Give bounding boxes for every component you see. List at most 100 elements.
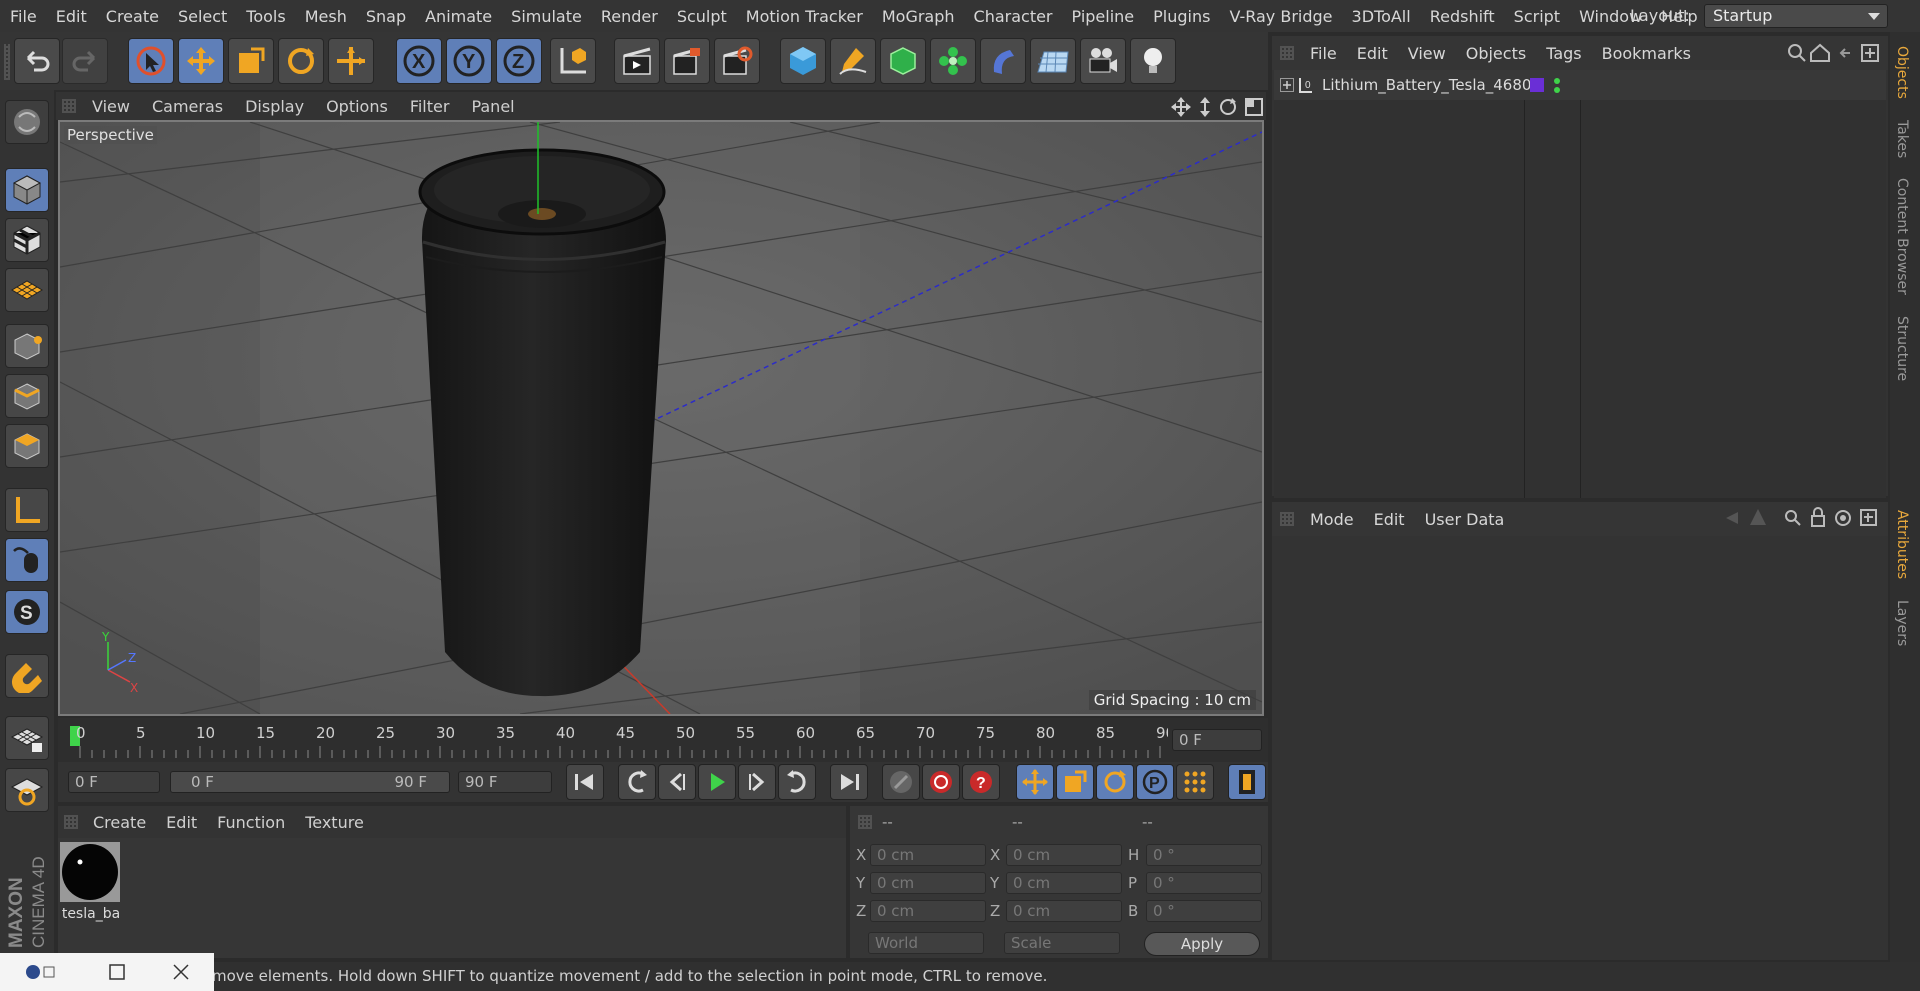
edges-mode-button[interactable]	[5, 374, 49, 418]
attributes-menu-user-data[interactable]: User Data	[1425, 510, 1505, 529]
menu-simulate[interactable]: Simulate	[511, 7, 582, 26]
battery-cylinder-model[interactable]	[418, 148, 666, 697]
menu-pipeline[interactable]: Pipeline	[1072, 7, 1135, 26]
coord-pos-y-field[interactable]: 0 cm	[870, 872, 986, 894]
frame-range-slider[interactable]: 0 F 90 F	[170, 771, 450, 793]
viewport-menu-display[interactable]: Display	[245, 97, 304, 116]
viewport-menu-panel[interactable]: Panel	[471, 97, 514, 116]
key-parameter-button[interactable]: P	[1136, 764, 1174, 800]
coord-size-x-field[interactable]: 0 cm	[1006, 844, 1122, 866]
x-axis-lock-button[interactable]: X	[396, 38, 442, 84]
tab-objects[interactable]: Objects	[1894, 46, 1910, 99]
key-position-button[interactable]	[1016, 764, 1054, 800]
record-keys-button[interactable]	[882, 764, 920, 800]
home-icon[interactable]	[1810, 43, 1830, 62]
object-menu-file[interactable]: File	[1310, 44, 1337, 63]
menu-animate[interactable]: Animate	[425, 7, 492, 26]
restore-window-icon[interactable]	[24, 963, 60, 981]
viewport-menu-view[interactable]: View	[92, 97, 130, 116]
back-icon[interactable]	[1839, 48, 1850, 58]
make-editable-button[interactable]	[5, 100, 49, 144]
menu-create[interactable]: Create	[106, 7, 159, 26]
next-frame-button[interactable]	[738, 764, 776, 800]
pen-spline-button[interactable]	[830, 38, 876, 84]
viewport-orbit-icon[interactable]	[1220, 98, 1236, 115]
toolbar-grip[interactable]	[4, 44, 10, 80]
visibility-dots-icon[interactable]	[1552, 76, 1562, 96]
material-menu-create[interactable]: Create	[93, 813, 146, 832]
coord-rot-h-field[interactable]: 0 °	[1146, 844, 1262, 866]
points-mode-button[interactable]	[5, 324, 49, 368]
light-button[interactable]	[1130, 38, 1176, 84]
texture-mode-button[interactable]	[5, 218, 49, 262]
nav-up-icon[interactable]	[1750, 509, 1766, 525]
menu-vray-bridge[interactable]: V-Ray Bridge	[1229, 7, 1332, 26]
tab-takes[interactable]: Takes	[1894, 120, 1910, 158]
workplane-mode-button[interactable]	[5, 268, 49, 312]
coord-size-y-field[interactable]: 0 cm	[1006, 872, 1122, 894]
z-axis-lock-button[interactable]: Z	[496, 38, 542, 84]
rotate-tool-button[interactable]	[278, 38, 324, 84]
undo-button[interactable]	[14, 38, 60, 84]
render-view-button[interactable]	[614, 38, 660, 84]
tab-attributes[interactable]: Attributes	[1894, 510, 1910, 579]
snap-button[interactable]	[5, 654, 49, 698]
menu-mograph[interactable]: MoGraph	[882, 7, 955, 26]
menu-mesh[interactable]: Mesh	[305, 7, 347, 26]
tab-structure[interactable]: Structure	[1894, 316, 1910, 381]
material-menu-edit[interactable]: Edit	[166, 813, 197, 832]
coord-size-mode-select[interactable]: Scale	[1004, 932, 1120, 954]
target-icon[interactable]	[1835, 510, 1851, 526]
viewport-menu-cameras[interactable]: Cameras	[152, 97, 223, 116]
object-menu-bookmarks[interactable]: Bookmarks	[1602, 44, 1691, 63]
attributes-menu-edit[interactable]: Edit	[1374, 510, 1405, 529]
menu-tools[interactable]: Tools	[246, 7, 285, 26]
go-to-start-button[interactable]	[566, 764, 604, 800]
menu-sculpt[interactable]: Sculpt	[677, 7, 727, 26]
search-icon[interactable]	[1788, 44, 1806, 62]
menu-motion-tracker[interactable]: Motion Tracker	[746, 7, 863, 26]
maximize-icon[interactable]	[108, 963, 126, 981]
object-menu-view[interactable]: View	[1408, 44, 1446, 63]
viewport-zoom-icon[interactable]	[1200, 97, 1210, 117]
attributes-grip[interactable]	[1280, 512, 1294, 526]
material-swatch[interactable]: tesla_ba	[60, 842, 122, 924]
menu-redshift[interactable]: Redshift	[1430, 7, 1495, 26]
menu-script[interactable]: Script	[1514, 7, 1560, 26]
planar-workplane-button[interactable]	[5, 768, 49, 812]
layout-select[interactable]: Startup	[1704, 4, 1888, 28]
viewport-pan-icon[interactable]	[1171, 97, 1191, 117]
menu-snap[interactable]: Snap	[366, 7, 406, 26]
lock-workplane-button[interactable]	[5, 716, 49, 760]
coord-space-select[interactable]: World	[868, 932, 984, 954]
floor-button[interactable]	[1030, 38, 1076, 84]
scale-tool-button[interactable]	[228, 38, 274, 84]
viewport-menu-options[interactable]: Options	[326, 97, 388, 116]
current-frame-field[interactable]: 0 F	[1172, 729, 1262, 751]
object-menu-tags[interactable]: Tags	[1546, 44, 1581, 63]
lock-icon[interactable]	[1811, 507, 1825, 527]
menu-render[interactable]: Render	[601, 7, 658, 26]
coordinate-system-button[interactable]	[550, 38, 596, 84]
tab-layers[interactable]: Layers	[1894, 600, 1910, 646]
coord-rot-p-field[interactable]: 0 °	[1146, 872, 1262, 894]
menu-file[interactable]: File	[10, 7, 37, 26]
previous-keyframe-button[interactable]	[618, 764, 656, 800]
material-menu-function[interactable]: Function	[217, 813, 285, 832]
transform-tool-button[interactable]	[328, 38, 374, 84]
timeline-ruler[interactable]: 0 5 10 15 20 25 30 35 40 45 50 55 60 65 70 75 80 85 90 0 F	[58, 718, 1268, 762]
tab-content-browser[interactable]: Content Browser	[1894, 178, 1910, 295]
move-tool-button[interactable]	[178, 38, 224, 84]
coord-size-z-field[interactable]: 0 cm	[1006, 900, 1122, 922]
y-axis-lock-button[interactable]: Y	[446, 38, 492, 84]
polygons-mode-button[interactable]	[5, 424, 49, 468]
object-row[interactable]: 0 Lithium_Battery_Tesla_4680	[1274, 70, 1886, 100]
tweak-mode-button[interactable]	[5, 538, 49, 582]
redo-button[interactable]	[62, 38, 108, 84]
menu-select[interactable]: Select	[178, 7, 227, 26]
object-name[interactable]: Lithium_Battery_Tesla_4680	[1322, 76, 1531, 94]
layer-color-swatch[interactable]	[1530, 78, 1544, 92]
render-settings-button[interactable]	[714, 38, 760, 84]
autokeying-button[interactable]	[922, 764, 960, 800]
coord-pos-x-field[interactable]: 0 cm	[870, 844, 986, 866]
